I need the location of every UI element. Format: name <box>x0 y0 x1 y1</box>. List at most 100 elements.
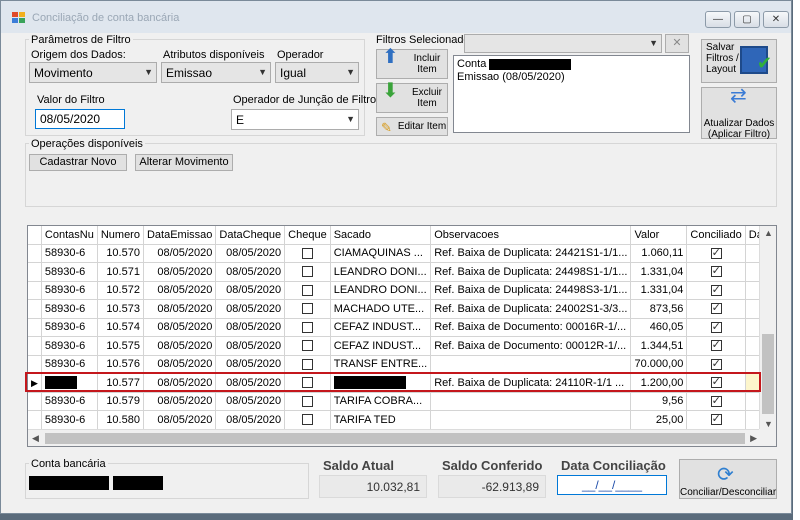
table-row[interactable]: 58930-6 10.575 08/05/2020 08/05/2020 CEFAZ I… <box>28 336 776 356</box>
cell-data-cheque[interactable]: 08/05/2020 <box>215 410 286 430</box>
cell-data-cheque[interactable]: 08/05/2020 <box>215 392 286 411</box>
cell-valor[interactable]: 460,05 <box>630 318 688 337</box>
cell-conciliado[interactable] <box>686 355 746 374</box>
table-row[interactable]: 58930-6 10.580 08/05/2020 08/05/2020 TARIFA … <box>28 410 776 430</box>
cell-data-cheque[interactable]: 08/05/2020 <box>215 318 286 337</box>
column-header[interactable]: Observacoes <box>430 226 632 245</box>
cell-conta[interactable]: 58930-6 <box>41 318 98 337</box>
checkbox[interactable] <box>710 264 722 278</box>
valor-filtro-input[interactable]: 08/05/2020 <box>35 109 125 129</box>
cell-cheque[interactable] <box>284 392 331 411</box>
scroll-up-icon[interactable]: ▲ <box>764 228 773 238</box>
checkbox[interactable] <box>301 303 313 315</box>
cell-emissao[interactable]: 08/05/2020 <box>143 373 217 393</box>
cell-numero[interactable]: 10.580 <box>97 410 144 430</box>
column-header[interactable]: Numero <box>97 226 144 245</box>
cell-sacado[interactable] <box>330 373 432 393</box>
checkbox[interactable] <box>301 284 313 296</box>
row-header[interactable] <box>28 299 42 319</box>
cell-observacoes[interactable]: Ref. Baixa de Duplicata: 24002S1-3/3... <box>430 299 632 319</box>
cell-data-cheque[interactable]: 08/05/2020 <box>215 262 286 282</box>
cell-cheque[interactable] <box>284 373 331 393</box>
cell-emissao[interactable]: 08/05/2020 <box>143 262 217 282</box>
checkbox[interactable] <box>301 247 313 259</box>
vertical-scrollbar[interactable]: ▲ ▼ <box>759 226 776 431</box>
cell-emissao[interactable]: 08/05/2020 <box>143 410 217 430</box>
table-row[interactable]: 58930-6 10.579 08/05/2020 08/05/2020 TARIFA … <box>28 392 776 411</box>
cell-numero[interactable]: 10.571 <box>97 262 144 282</box>
cell-data-cheque[interactable]: 08/05/2020 <box>215 244 286 263</box>
checkbox[interactable] <box>301 414 313 426</box>
cell-valor[interactable]: 1.331,04 <box>630 281 688 300</box>
cell-sacado[interactable]: CEFAZ INDUST... <box>330 318 432 337</box>
column-header[interactable]: Cheque <box>284 226 331 245</box>
cell-emissao[interactable]: 08/05/2020 <box>143 244 217 263</box>
cell-valor[interactable]: 1.344,51 <box>630 336 688 356</box>
maximize-button[interactable]: ▢ <box>734 11 760 28</box>
cell-conta[interactable] <box>41 373 98 393</box>
table-row[interactable]: ▶ 10.577 08/05/2020 08/05/2020 Ref. Baixa de… <box>28 373 776 393</box>
cell-sacado[interactable]: CEFAZ INDUST... <box>330 336 432 356</box>
cell-conciliado[interactable] <box>686 318 746 337</box>
cell-observacoes[interactable]: Ref. Baixa de Documento: 00016R-1/... <box>430 318 632 337</box>
vertical-scroll-thumb[interactable] <box>762 334 774 414</box>
checkbox[interactable] <box>710 412 722 426</box>
cell-data-cheque[interactable]: 08/05/2020 <box>215 299 286 319</box>
excluir-item-button[interactable]: ⬇ Excluir Item <box>376 81 448 113</box>
cell-valor[interactable]: 70.000,00 <box>630 355 688 374</box>
cell-numero[interactable]: 10.579 <box>97 392 144 411</box>
cell-cheque[interactable] <box>284 318 331 337</box>
cell-sacado[interactable]: LEANDRO DONI... <box>330 281 432 300</box>
alterar-movimento-button[interactable]: Alterar Movimento <box>135 154 233 171</box>
cell-conciliado[interactable] <box>686 336 746 356</box>
conciliar-desconciliar-button[interactable]: ⟳ Conciliar/Desconciliar <box>679 459 777 499</box>
cell-observacoes[interactable] <box>430 355 632 374</box>
row-header[interactable] <box>28 244 42 263</box>
cell-sacado[interactable]: TARIFA TED <box>330 410 432 430</box>
cell-conciliado[interactable] <box>686 373 746 393</box>
cell-emissao[interactable]: 08/05/2020 <box>143 336 217 356</box>
horizontal-scrollbar[interactable]: ◀ ▶ <box>28 429 761 446</box>
cell-observacoes[interactable]: Ref. Baixa de Duplicata: 24498S3-1/1... <box>430 281 632 300</box>
cell-cheque[interactable] <box>284 336 331 356</box>
row-header[interactable] <box>28 355 42 374</box>
checkbox[interactable] <box>301 321 313 333</box>
cell-sacado[interactable]: LEANDRO DONI... <box>330 262 432 282</box>
row-header[interactable]: ▶ <box>28 373 42 393</box>
column-header[interactable]: Conciliado <box>686 226 746 245</box>
checkbox[interactable] <box>710 375 722 389</box>
cell-conta[interactable]: 58930-6 <box>41 244 98 263</box>
cell-observacoes[interactable] <box>430 410 632 430</box>
cell-conta[interactable]: 58930-6 <box>41 281 98 300</box>
cell-data-cheque[interactable]: 08/05/2020 <box>215 355 286 374</box>
minimize-button[interactable]: — <box>705 11 731 28</box>
cell-conciliado[interactable] <box>686 262 746 282</box>
cell-conta[interactable]: 58930-6 <box>41 299 98 319</box>
cell-valor[interactable]: 25,00 <box>630 410 688 430</box>
cell-numero[interactable]: 10.574 <box>97 318 144 337</box>
cell-emissao[interactable]: 08/05/2020 <box>143 299 217 319</box>
cell-conciliado[interactable] <box>686 299 746 319</box>
checkbox[interactable] <box>710 357 722 370</box>
origem-select[interactable]: Movimento ▼ <box>29 62 157 83</box>
cell-observacoes[interactable]: Ref. Baixa de Duplicata: 24421S1-1/1... <box>430 244 632 263</box>
cell-conta[interactable]: 58930-6 <box>41 392 98 411</box>
cell-data-cheque[interactable]: 08/05/2020 <box>215 281 286 300</box>
row-header[interactable] <box>28 262 42 282</box>
atributos-select[interactable]: Emissao ▼ <box>161 62 271 83</box>
cell-emissao[interactable]: 08/05/2020 <box>143 355 217 374</box>
cell-cheque[interactable] <box>284 244 331 263</box>
cell-data-cheque[interactable]: 08/05/2020 <box>215 336 286 356</box>
checkbox[interactable] <box>301 340 313 352</box>
cell-data-cheque[interactable]: 08/05/2020 <box>215 373 286 393</box>
cell-valor[interactable]: 1.200,00 <box>630 373 688 393</box>
cell-conciliado[interactable] <box>686 281 746 300</box>
table-row[interactable]: 58930-6 10.570 08/05/2020 08/05/2020 CIAMAQU… <box>28 244 776 263</box>
filter-list-item[interactable]: Emissao (08/05/2020) <box>457 71 686 84</box>
cell-conta[interactable]: 58930-6 <box>41 410 98 430</box>
checkbox[interactable] <box>710 320 722 333</box>
cell-conciliado[interactable] <box>686 410 746 430</box>
checkbox[interactable] <box>710 394 722 407</box>
cell-conciliado[interactable] <box>686 244 746 263</box>
checkbox[interactable] <box>301 358 313 370</box>
